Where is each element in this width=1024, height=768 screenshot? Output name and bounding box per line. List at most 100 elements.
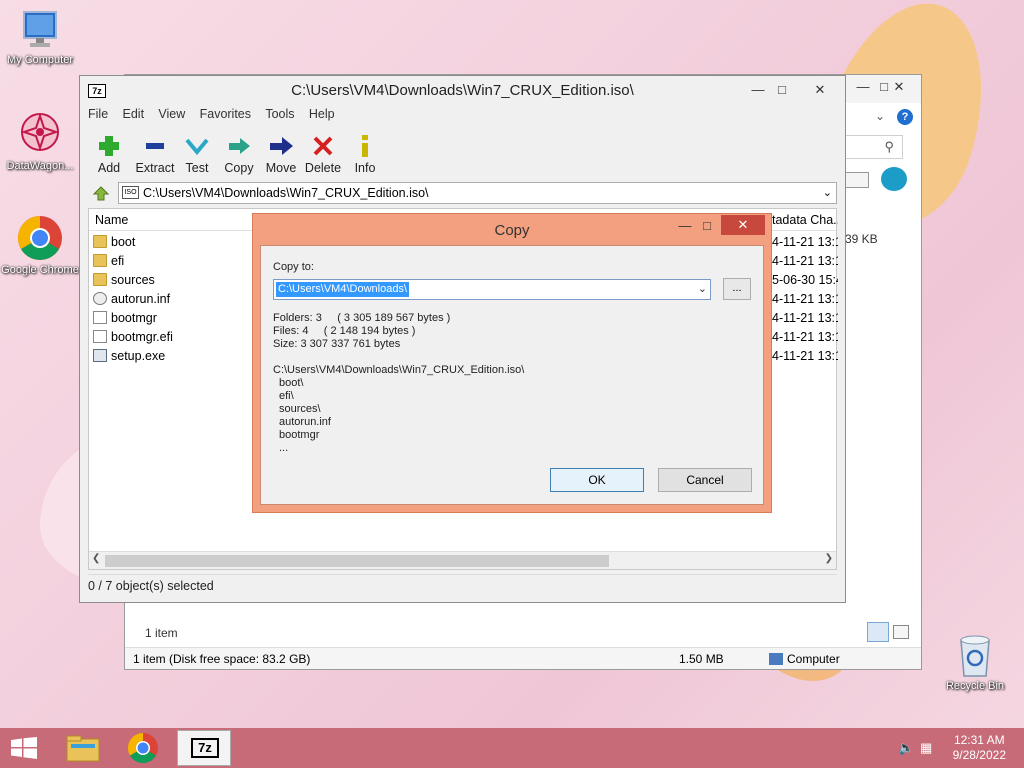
toolbar-label: Info [354, 161, 376, 175]
move-button[interactable]: Move [260, 134, 302, 175]
menubar: File Edit View Favorites Tools Help [88, 107, 346, 127]
menu-edit[interactable]: Edit [123, 107, 145, 121]
toolbar-label: Test [185, 161, 209, 175]
files-info: Files: 4 ( 2 148 194 bytes ) [273, 325, 416, 337]
exe-icon [93, 349, 107, 362]
file-date: 4-11-21 13:1 [772, 311, 838, 325]
column-name[interactable]: Name [95, 213, 128, 227]
details-view-button[interactable] [867, 622, 889, 642]
menu-view[interactable]: View [158, 107, 185, 121]
volume-muted-icon[interactable]: 🔈 [898, 740, 914, 756]
sevenzip-statusbar: 0 / 7 object(s) selected [88, 574, 837, 596]
desktop-icon-datawagon[interactable]: DataWagon... [0, 110, 80, 172]
toolbar: Add Extract Test Copy Move Delete Info [88, 134, 386, 180]
address-text: C:\Users\VM4\Downloads\Win7_CRUX_Edition… [143, 186, 429, 200]
address-input[interactable]: ISO C:\Users\VM4\Downloads\Win7_CRUX_Edi… [118, 182, 837, 204]
computer-icon [769, 653, 783, 665]
status-text: 1 item (Disk free space: 83.2 GB) [133, 652, 311, 666]
file-date: 4-11-21 13:1 [772, 330, 838, 344]
clock[interactable]: 12:31 AM 9/28/2022 [953, 733, 1006, 763]
folder-icon [93, 254, 107, 267]
move-arrow-icon [270, 137, 293, 155]
file-date: 4-11-21 13:1 [772, 292, 838, 306]
view-icon[interactable] [845, 172, 869, 188]
toolbar-label: Copy [224, 161, 254, 175]
desktop-icon-chrome[interactable]: Google Chrome [0, 214, 80, 276]
file-icon [93, 311, 107, 324]
close-button[interactable]: ✕ [721, 215, 765, 235]
chevron-down-icon[interactable]: ⌄ [823, 183, 832, 203]
x-icon [313, 136, 333, 156]
dialog-body: Copy to: C:\Users\VM4\Downloads\ ⌄ ... F… [260, 245, 764, 505]
file-date: 5-06-30 15:4 [772, 273, 838, 287]
taskbar-chrome[interactable] [116, 730, 170, 766]
taskbar-file-explorer[interactable] [56, 730, 110, 766]
explorer-ribbon-controls: ⌄ ? [845, 107, 917, 129]
extract-button[interactable]: Extract [134, 134, 176, 175]
scrollbar-thumb[interactable] [105, 555, 609, 567]
copy-arrow-icon [229, 138, 250, 154]
source-item: bootmgr [279, 429, 320, 441]
file-name: setup.exe [111, 349, 166, 363]
folders-info: Folders: 3 ( 3 305 189 567 bytes ) [273, 312, 451, 324]
file-name: boot [111, 235, 136, 249]
close-button[interactable]: ✕ [877, 77, 921, 97]
tiles-view-button[interactable] [893, 625, 909, 639]
copy-button[interactable]: Copy [218, 134, 260, 175]
destination-combo[interactable]: C:\Users\VM4\Downloads\ ⌄ [273, 279, 711, 300]
search-icon: ⚲ [884, 139, 894, 154]
windows-start-icon[interactable] [11, 737, 37, 759]
plus-icon [99, 136, 119, 156]
desktop-icon-my-computer[interactable]: My Computer [0, 10, 80, 66]
chrome-icon [127, 733, 158, 764]
browse-button[interactable]: ... [723, 278, 751, 300]
source-path: C:\Users\VM4\Downloads\Win7_CRUX_Edition… [273, 364, 525, 376]
maximize-button[interactable]: □ [693, 216, 721, 236]
desktop-icon-recycle-bin[interactable]: Recycle Bin [935, 632, 1015, 692]
menu-file[interactable]: File [88, 107, 108, 121]
test-button[interactable]: Test [176, 134, 218, 175]
add-button[interactable]: Add [88, 134, 130, 175]
file-date: 4-11-21 13:1 [772, 349, 838, 363]
maximize-button[interactable]: □ [768, 80, 796, 100]
clock-date: 9/28/2022 [952, 748, 1006, 762]
taskbar: 7z 🔈 ▦ 12:31 AM 9/28/2022 [0, 728, 1024, 768]
folder-up-icon[interactable] [92, 184, 110, 202]
file-date: 4-11-21 13:1 [772, 254, 838, 268]
shell-icon[interactable] [881, 167, 907, 191]
network-icon[interactable]: ▦ [920, 740, 932, 756]
source-item: sources\ [279, 403, 321, 415]
toolbar-label: Delete [304, 161, 342, 175]
file-icon [93, 330, 107, 343]
menu-help[interactable]: Help [309, 107, 335, 121]
chevron-down-icon[interactable]: ⌄ [698, 282, 707, 295]
help-icon[interactable]: ? [897, 109, 913, 125]
cancel-button[interactable]: Cancel [658, 468, 752, 492]
scroll-left-icon[interactable]: ❮ [92, 553, 100, 564]
check-icon [185, 138, 209, 156]
copy-to-label: Copy to: [273, 261, 314, 273]
close-button[interactable]: ✕ [798, 80, 842, 100]
column-date[interactable]: tadata Cha... [772, 209, 838, 231]
address-bar: ISO C:\Users\VM4\Downloads\Win7_CRUX_Edi… [88, 182, 837, 206]
search-input[interactable]: ⚲ [845, 135, 903, 159]
scroll-right-icon[interactable]: ❯ [825, 553, 833, 564]
size-info: Size: 3 307 337 761 bytes [273, 338, 401, 350]
delete-button[interactable]: Delete [302, 134, 344, 175]
chrome-icon [18, 216, 62, 260]
file-name: efi [111, 254, 125, 268]
folder-icon [93, 235, 107, 248]
horizontal-scrollbar[interactable]: ❮ ❯ [89, 551, 836, 569]
copy-dialog[interactable]: Copy — □ ✕ Copy to: C:\Users\VM4\Downloa… [252, 213, 772, 513]
taskbar-7zip[interactable]: 7z [177, 730, 231, 766]
ok-button[interactable]: OK [550, 468, 644, 492]
info-button[interactable]: Info [344, 134, 386, 175]
iso-icon: ISO [122, 186, 139, 199]
toolbar-label: Extract [135, 161, 175, 175]
sevenzip-titlebar[interactable]: 7z C:\Users\VM4\Downloads\Win7_CRUX_Edit… [80, 76, 845, 106]
dialog-titlebar[interactable]: Copy — □ ✕ [253, 214, 771, 244]
menu-favorites[interactable]: Favorites [200, 107, 251, 121]
file-name: autorun.inf [111, 292, 171, 306]
menu-tools[interactable]: Tools [265, 107, 294, 121]
chevron-down-icon[interactable]: ⌄ [875, 109, 885, 123]
